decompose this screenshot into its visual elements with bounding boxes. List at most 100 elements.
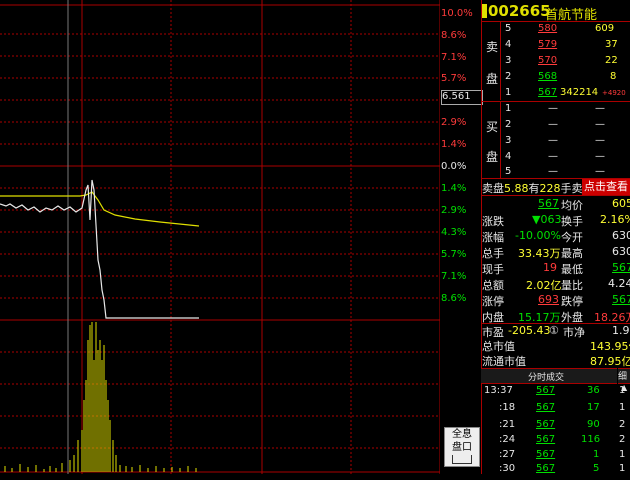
tick-row: :18 567 17 1 <box>481 402 630 419</box>
pct-label: 2.9% <box>441 117 467 128</box>
tick-count: 1 <box>619 402 626 413</box>
stat-value: 567 <box>538 197 559 210</box>
stat-label: 总额 <box>482 279 504 292</box>
pct-label: 4.3% <box>441 227 467 238</box>
ask-level: 5 <box>505 23 512 34</box>
stat-value: 2.02亿 <box>526 279 562 292</box>
stat-value: 33.43万 <box>518 247 561 260</box>
bid-row[interactable]: 1 — — <box>500 103 630 119</box>
ask-row[interactable]: 5 580 609 <box>500 23 630 39</box>
scroll-up-icon[interactable]: ▲ <box>621 383 627 392</box>
intraday-chart[interactable] <box>0 0 441 474</box>
stat-value: 605 <box>612 197 630 210</box>
stat-value: 630 <box>612 245 630 258</box>
ask-price: 580 <box>538 23 558 34</box>
stat-value: 19 <box>543 261 557 274</box>
tick-count: 2 <box>619 434 626 445</box>
pct-label: 7.1% <box>441 271 467 282</box>
bid-price: — <box>548 119 558 130</box>
bid-row[interactable]: 3 — — <box>500 135 630 151</box>
ask-price: 568 <box>538 71 558 82</box>
market-cap-label: 总市值 <box>482 340 515 353</box>
ask-row[interactable]: 2 568 8 <box>500 71 630 87</box>
ask-row[interactable]: 4 579 37 <box>500 39 630 55</box>
ask-volume: 342214 <box>560 87 599 98</box>
full-book-line1: 全息 <box>452 429 472 440</box>
bid-volume: — <box>595 119 605 130</box>
stat-value: 2.16% <box>600 213 630 226</box>
full-book-button[interactable]: 全息 盘口 <box>444 427 480 467</box>
tick-time: :21 <box>499 419 516 430</box>
stat-label: 最高 <box>561 247 583 260</box>
tick-volume: 36 <box>587 385 600 396</box>
tick-count: 1 <box>619 449 626 460</box>
ask-price: 567 <box>538 87 558 98</box>
stat-label: 均价 <box>561 199 583 212</box>
pct-label: 2.9% <box>441 205 467 216</box>
tick-row: :30 567 5 1 <box>481 463 630 480</box>
bid-level: 1 <box>505 103 512 114</box>
ask-volume: 22 <box>605 55 618 66</box>
float-cap-value: 87.95亿 <box>590 355 630 368</box>
pct-label: 5.7% <box>441 249 467 260</box>
summary-mid: 有 <box>528 182 540 195</box>
divider <box>481 195 630 196</box>
sell-label-bottom: 盘 <box>486 72 499 86</box>
tick-count: 1 <box>619 463 626 474</box>
sell-summary: 卖盘5.88有228手卖 <box>482 180 583 196</box>
ask-price: 570 <box>538 55 558 66</box>
pct-label: 1.4% <box>441 183 467 194</box>
stat-label: 最新 <box>482 199 504 212</box>
divider <box>481 21 630 22</box>
bid-price: — <box>548 166 558 177</box>
tick-time: :18 <box>499 402 516 413</box>
summary-v2: 228 <box>539 182 561 195</box>
pe-circle-icon: ① <box>549 324 559 337</box>
ask-level: 4 <box>505 39 512 50</box>
intraday-chart-svg <box>0 0 441 474</box>
bid-row[interactable]: 4 — — <box>500 151 630 167</box>
tick-volume: 90 <box>587 419 600 430</box>
ticks-header: 分时成交 <box>481 368 617 384</box>
bid-level: 2 <box>505 119 512 130</box>
chart-grid <box>0 0 441 474</box>
view-details-button[interactable]: 点击查看 <box>582 179 630 195</box>
stat-label: 涨跌 <box>482 215 504 228</box>
tick-volume: 5 <box>593 463 600 474</box>
bid-volume: — <box>595 166 605 177</box>
ask-row[interactable]: 3 570 22 <box>500 55 630 71</box>
tick-price: 567 <box>536 463 556 474</box>
ask-volume: 8 <box>610 71 617 82</box>
tick-row: 13:37 567 36 1 <box>481 385 630 402</box>
tick-price: 567 <box>536 402 556 413</box>
bid-price: — <box>548 103 558 114</box>
tick-time: 13:37 <box>484 385 513 396</box>
tick-volume: 116 <box>581 434 601 445</box>
stat-label: 跌停 <box>561 295 583 308</box>
ticks-detail-tab[interactable]: 细 <box>618 368 630 384</box>
ask-price: 579 <box>538 39 558 50</box>
pct-label: 10.0% <box>441 8 473 19</box>
buy-label-bottom: 盘 <box>486 150 499 164</box>
pct-label: 8.6% <box>441 30 467 41</box>
tick-volume: 17 <box>587 402 600 413</box>
stat-label: 总手 <box>482 247 504 260</box>
tick-time: :27 <box>499 449 516 460</box>
ask-change: +4920 <box>602 89 626 97</box>
ask-level: 2 <box>505 71 512 82</box>
summary-suffix: 手卖 <box>560 182 583 195</box>
pct-label: 0.0% <box>441 161 467 172</box>
header-marker <box>482 4 487 18</box>
pct-label: 1.4% <box>441 139 467 150</box>
ask-level: 3 <box>505 55 512 66</box>
bid-level: 3 <box>505 135 512 146</box>
stat-value: 567 <box>612 261 630 274</box>
ask-volume: 37 <box>605 39 618 50</box>
bid-row[interactable]: 2 — — <box>500 119 630 135</box>
stat-label: 涨幅 <box>482 231 504 244</box>
full-book-line2: 盘口 <box>452 442 472 453</box>
tick-price: 567 <box>536 434 556 445</box>
tick-price: 567 <box>536 419 556 430</box>
tick-time: :30 <box>499 463 516 474</box>
ticks-title: 分时成交 <box>528 373 565 383</box>
